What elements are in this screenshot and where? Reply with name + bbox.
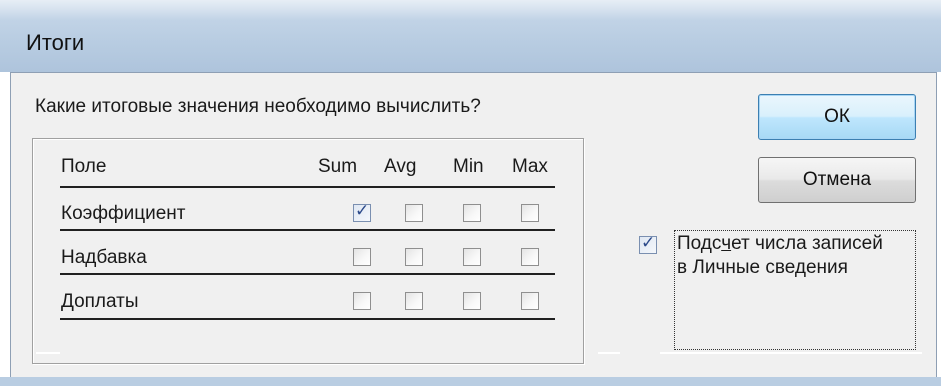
checkbox-koefficient-sum[interactable]: ✓ (353, 201, 371, 222)
checkbox-nadbavka-min[interactable] (463, 248, 481, 266)
column-header-avg: Avg (384, 156, 417, 177)
count-records-label-line2: в Личные сведения (677, 257, 848, 278)
column-header-min: Min (453, 156, 484, 177)
count-records-label-part: ет числа записей (731, 233, 883, 254)
column-header-sum: Sum (318, 156, 358, 177)
count-records-checkbox[interactable]: ✓ (639, 233, 657, 254)
row-separator (60, 186, 555, 188)
column-header-max: Max (512, 156, 548, 177)
column-header-field: Поле (61, 156, 107, 177)
window-bottom-frame (0, 377, 941, 386)
access-key-letter: ч (721, 233, 732, 254)
checkbox-doplaty-sum[interactable] (353, 292, 371, 310)
count-records-label[interactable]: Подсчет числа записей в Личные сведения (677, 232, 917, 280)
checkbox-koefficient-avg[interactable] (405, 204, 423, 222)
checkbox-koefficient-max[interactable] (521, 204, 539, 222)
title-bar-glare (0, 0, 941, 20)
row-label-nadbavka: Надбавка (61, 247, 147, 268)
checkbox-nadbavka-avg[interactable] (405, 248, 423, 266)
row-separator (60, 318, 555, 320)
checkbox-nadbavka-sum[interactable] (353, 248, 371, 266)
row-label-doplaty: Доплаты (61, 291, 139, 312)
title-bar[interactable]: Итоги (0, 0, 941, 72)
checkbox-doplaty-max[interactable] (521, 292, 539, 310)
row-label-koefficient: Коэффициент (61, 203, 186, 224)
question-label: Какие итоговые значения необходимо вычис… (35, 96, 481, 117)
checkbox-koefficient-min[interactable] (463, 204, 481, 222)
checkmark-icon: ✓ (355, 201, 370, 221)
window-title: Итоги (26, 30, 85, 55)
row-separator (60, 273, 555, 275)
ok-button[interactable]: ОК (758, 94, 916, 140)
cancel-button[interactable]: Отмена (758, 157, 916, 203)
checkbox-doplaty-min[interactable] (463, 292, 481, 310)
checkbox-nadbavka-max[interactable] (521, 248, 539, 266)
edge-mark (598, 352, 620, 354)
row-separator (60, 229, 555, 231)
count-records-label-part: Подс (677, 233, 722, 254)
checkbox-doplaty-avg[interactable] (405, 292, 423, 310)
edge-mark (660, 352, 922, 354)
checkmark-icon: ✓ (641, 233, 656, 253)
edge-mark (36, 352, 60, 354)
